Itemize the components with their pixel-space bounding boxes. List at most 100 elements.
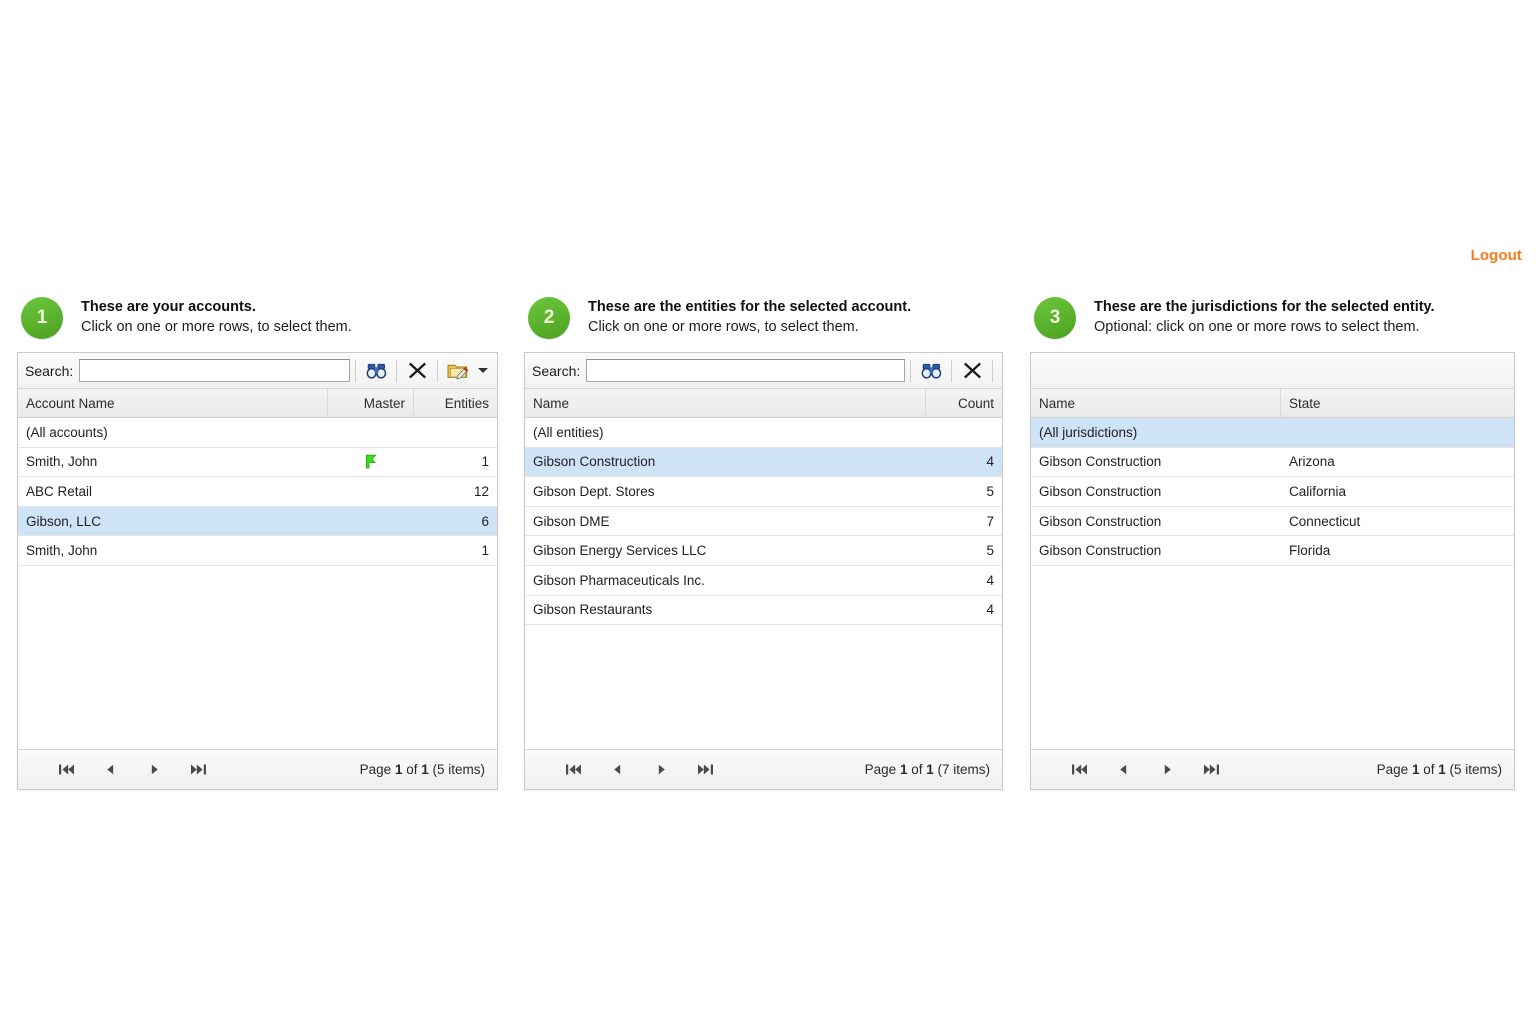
toolbar-divider [992,359,993,382]
cell-name: Gibson Construction [1039,543,1162,559]
first-page-icon[interactable] [1057,755,1101,785]
page-of: of [402,762,422,777]
table-row[interactable]: Gibson Construction California [1031,477,1514,507]
page-item-count: (5 items) [1445,762,1502,777]
next-page-icon[interactable] [132,755,176,785]
column-header-master[interactable]: Master [328,389,414,417]
cell-count: 5 [986,543,994,559]
page-item-count: (7 items) [933,762,990,777]
accounts-search-input[interactable] [79,359,350,382]
table-row[interactable]: (All jurisdictions) [1031,418,1514,448]
cell-name: (All entities) [533,424,604,440]
entities-grid: Search: Name Count (All entities) Gibson… [524,352,1003,790]
jurisdictions-grid: Name State (All jurisdictions) Gibson Co… [1030,352,1515,790]
cell-entities: 12 [473,483,489,499]
cell-master [328,418,414,447]
cell-master [328,477,414,506]
table-row[interactable]: Gibson DME 7 [525,507,1002,537]
entities-pager: Page 1 of 1 (7 items) [525,749,1002,789]
logout-link[interactable]: Logout [1471,247,1522,264]
first-page-icon[interactable] [551,755,595,785]
cell-name: Gibson Restaurants [533,602,653,618]
column-header-name[interactable]: Name [1031,389,1281,417]
accounts-rows: (All accounts) Smith, John 1 ABC Retail [18,418,497,749]
edit-folder-icon[interactable] [443,357,473,385]
accounts-pager: Page 1 of 1 (5 items) [18,749,497,789]
table-row[interactable]: Gibson Construction Florida [1031,536,1514,566]
entities-search-input[interactable] [586,359,905,382]
clear-icon[interactable] [957,357,987,385]
accounts-page-info: Page 1 of 1 (5 items) [360,762,485,777]
table-row[interactable]: Smith, John 1 [18,536,497,566]
step-subtitle-entities: Click on one or more rows, to select the… [588,319,859,335]
cell-state: Arizona [1289,454,1335,470]
step-heading-accounts: 1 These are your accounts. Click on one … [21,296,498,352]
cell-master [328,507,414,536]
clear-icon[interactable] [402,357,432,385]
table-row[interactable]: Smith, John 1 [18,448,497,478]
last-page-icon[interactable] [1189,755,1233,785]
next-page-icon[interactable] [1145,755,1189,785]
cell-account-name: (All accounts) [26,424,108,440]
cell-entities: 1 [481,454,489,470]
accounts-toolbar: Search: [18,353,497,389]
table-row[interactable]: Gibson Energy Services LLC 5 [525,536,1002,566]
find-icon[interactable] [361,357,391,385]
column-header-account-name[interactable]: Account Name [18,389,328,417]
table-row[interactable]: Gibson Pharmaceuticals Inc. 4 [525,566,1002,596]
page-total: 1 [1438,762,1446,777]
jurisdictions-rows: (All jurisdictions) Gibson Construction … [1031,418,1514,749]
table-row[interactable]: (All entities) [525,418,1002,448]
step-heading-jurisdictions: 3 These are the jurisdictions for the se… [1034,296,1515,352]
table-row[interactable]: Gibson Construction Arizona [1031,448,1514,478]
dropdown-caret-icon[interactable] [473,357,493,385]
cell-entities: 1 [481,543,489,559]
last-page-icon[interactable] [683,755,727,785]
accounts-search-label: Search: [25,362,74,379]
column-header-state[interactable]: State [1281,389,1514,417]
column-header-count[interactable]: Count [926,389,1002,417]
cell-count: 5 [986,483,994,499]
column-header-name[interactable]: Name [525,389,926,417]
last-page-icon[interactable] [176,755,220,785]
entities-page-info: Page 1 of 1 (7 items) [865,762,990,777]
step-badge-2: 2 [528,297,570,339]
table-row[interactable]: Gibson Restaurants 4 [525,596,1002,626]
cell-account-name: Smith, John [26,454,98,470]
first-page-icon[interactable] [44,755,88,785]
accounts-grid: Search: Account Name Master Entities (Al… [17,352,498,790]
cell-count: 4 [986,572,994,588]
cell-master [328,536,414,565]
table-row[interactable]: Gibson Dept. Stores 5 [525,477,1002,507]
jurisdictions-pager: Page 1 of 1 (5 items) [1031,749,1514,789]
find-icon[interactable] [916,357,946,385]
next-page-icon[interactable] [639,755,683,785]
toolbar-divider [355,359,356,382]
jurisdictions-page-info: Page 1 of 1 (5 items) [1377,762,1502,777]
cell-name: Gibson DME [533,513,610,529]
cell-name: Gibson Energy Services LLC [533,543,707,559]
column-header-entities[interactable]: Entities [414,389,497,417]
table-row[interactable]: Gibson Construction Connecticut [1031,507,1514,537]
cell-entities: 6 [481,513,489,529]
previous-page-icon[interactable] [595,755,639,785]
cell-name: (All jurisdictions) [1039,424,1138,440]
jurisdictions-panel: 3 These are the jurisdictions for the se… [1030,296,1515,790]
table-row[interactable]: Gibson, LLC 6 [18,506,497,537]
toolbar-divider [910,359,911,382]
cell-master [328,448,414,477]
previous-page-icon[interactable] [88,755,132,785]
cell-state [1281,418,1514,447]
table-row[interactable]: (All accounts) [18,418,497,448]
cell-state: Connecticut [1289,513,1361,529]
page-item-count: (5 items) [428,762,485,777]
step-title-jurisdictions: These are the jurisdictions for the sele… [1094,299,1435,315]
table-row[interactable]: Gibson Construction 4 [525,447,1002,478]
cell-account-name: Smith, John [26,543,98,559]
step-heading-entities: 2 These are the entities for the selecte… [528,296,1003,352]
cell-count: 7 [986,513,994,529]
cell-name: Gibson Construction [1039,483,1162,499]
table-row[interactable]: ABC Retail 12 [18,477,497,507]
page-prefix: Page [1376,762,1412,777]
previous-page-icon[interactable] [1101,755,1145,785]
